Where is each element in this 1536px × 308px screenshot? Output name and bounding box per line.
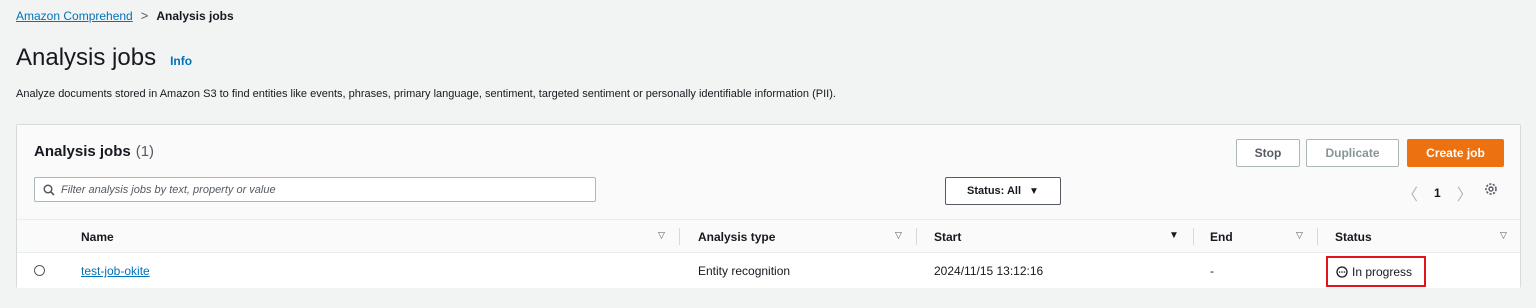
job-end-time: - [1210,264,1214,278]
stop-button[interactable]: Stop [1236,139,1300,167]
page-title: Analysis jobs [16,44,157,71]
panel-title: Analysis jobs (1) [34,143,154,160]
panel-header: Analysis jobs (1) Stop Duplicate Create j… [17,125,1520,220]
analysis-jobs-panel: Analysis jobs (1) Stop Duplicate Create j… [16,124,1521,288]
job-start-time: 2024/11/15 13:12:16 [934,264,1044,278]
breadcrumb-link-comprehend[interactable]: Amazon Comprehend [16,9,133,23]
in-progress-icon [1336,265,1348,278]
breadcrumb-separator-icon: > [140,8,149,23]
row-select-radio[interactable] [34,265,45,276]
column-header-status[interactable]: Status [1335,230,1372,244]
search-box[interactable] [34,177,596,202]
column-divider[interactable] [916,228,917,245]
status-text: In progress [1352,264,1413,279]
sort-icon[interactable]: ▽ [1296,230,1303,241]
page-number[interactable]: 1 [1434,186,1441,200]
job-name-link[interactable]: test-job-okite [81,264,150,278]
search-icon [43,183,55,196]
column-header-start[interactable]: Start [934,230,961,244]
next-page-icon[interactable]: 〉 [1457,181,1473,205]
sort-icon[interactable]: ▽ [658,230,665,241]
table-header: Name ▽ Analysis type ▽ Start ▼ End ▽ Sta… [17,220,1520,253]
breadcrumb: Amazon Comprehend > Analysis jobs [16,8,234,23]
table-row[interactable]: test-job-okite Entity recognition 2024/1… [17,254,1520,288]
column-header-analysis-type[interactable]: Analysis type [698,230,775,244]
title-row: Analysis jobs Info [16,44,192,72]
status-filter-label: Status: All [967,185,1022,197]
sort-icon[interactable]: ▽ [1500,230,1507,241]
column-divider[interactable] [1317,228,1318,245]
create-job-button[interactable]: Create job [1407,139,1504,167]
duplicate-button[interactable]: Duplicate [1306,139,1399,167]
panel-count: (1) [135,143,155,160]
sort-icon[interactable]: ▽ [895,230,902,241]
column-header-end[interactable]: End [1210,230,1233,244]
caret-down-icon: ▼ [1029,185,1039,197]
job-analysis-type: Entity recognition [698,264,791,278]
info-link[interactable]: Info [170,54,192,68]
status-filter-dropdown[interactable]: Status: All ▼ [945,177,1061,205]
prev-page-icon[interactable]: 〈 [1402,181,1418,205]
gear-icon[interactable] [1484,182,1498,196]
column-divider[interactable] [679,228,680,245]
status-badge: In progress [1326,256,1426,287]
breadcrumb-current: Analysis jobs [156,8,234,23]
panel-title-text: Analysis jobs [34,143,131,160]
page-description: Analyze documents stored in Amazon S3 to… [16,88,836,100]
search-input[interactable] [61,183,595,196]
pagination: 〈 1 〉 [1402,181,1473,205]
sort-desc-icon[interactable]: ▼ [1169,230,1179,241]
column-header-name[interactable]: Name [81,230,114,244]
column-divider[interactable] [1193,228,1194,245]
